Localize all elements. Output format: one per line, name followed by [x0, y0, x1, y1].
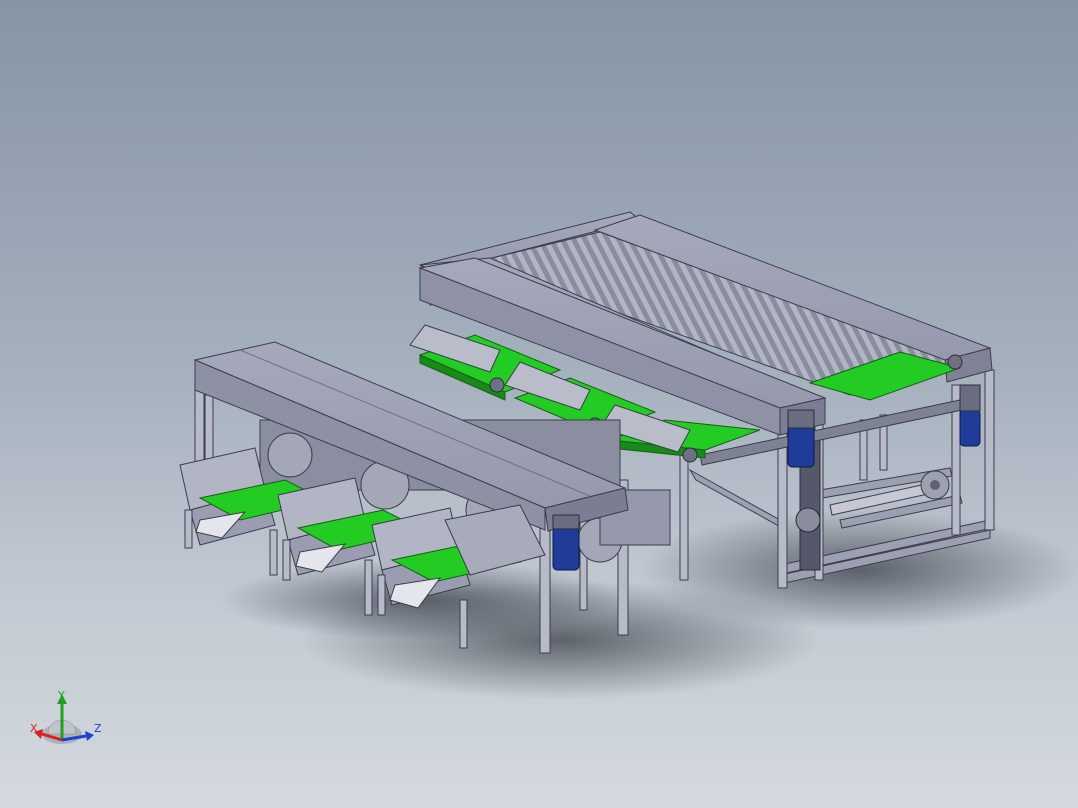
y-axis-label: Y — [57, 689, 65, 702]
cad-model[interactable] — [0, 0, 1078, 808]
motor-left — [552, 514, 580, 571]
x-axis-label: X — [30, 722, 38, 735]
motor-right-1 — [787, 409, 815, 468]
motor-right-2 — [959, 384, 981, 447]
coordinate-triad: Y X Z — [30, 689, 102, 744]
z-axis-label: Z — [94, 722, 102, 735]
graphics-viewport[interactable]: Y X Z — [0, 0, 1078, 808]
